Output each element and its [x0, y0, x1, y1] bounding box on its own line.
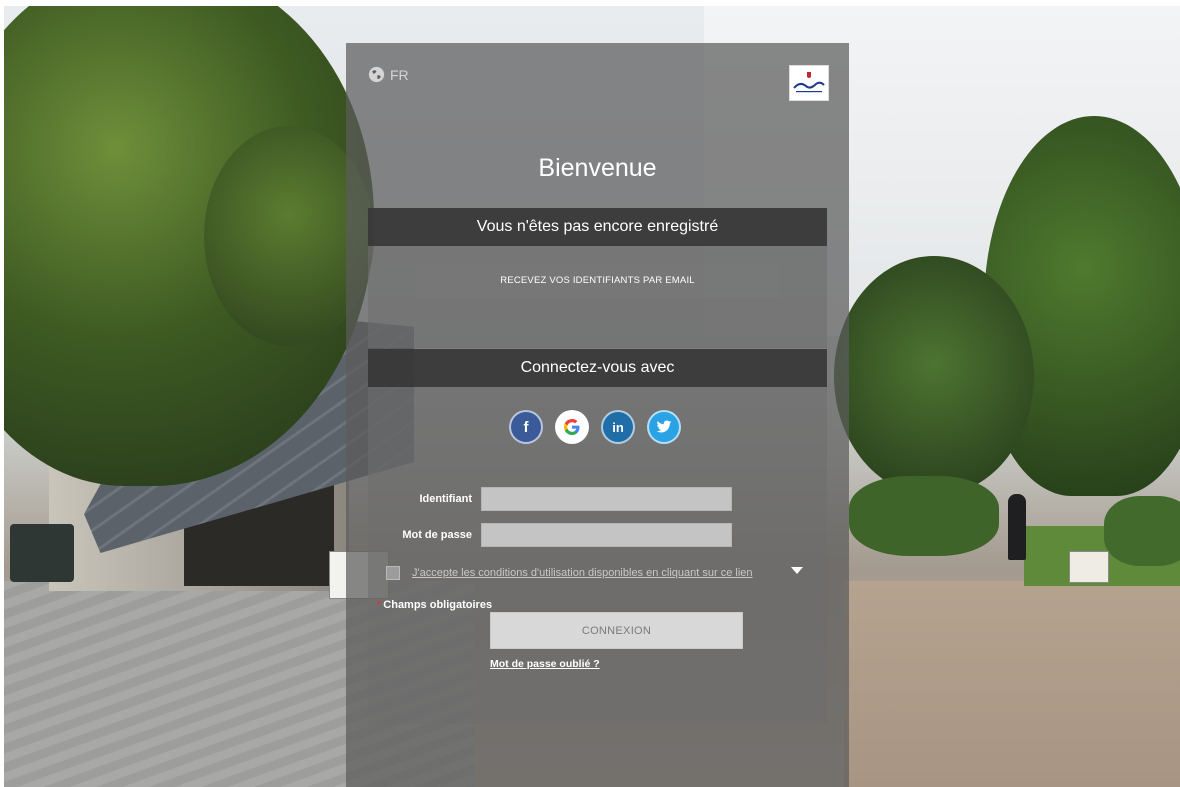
required-star: * [377, 599, 382, 611]
globe-icon [368, 66, 385, 83]
terms-checkbox[interactable] [386, 566, 400, 580]
terms-link[interactable]: J'accepte les conditions d'utilisation d… [412, 567, 753, 579]
login-panel: FR Bienvenue Vous n'êtes pas encore enre… [346, 43, 849, 787]
twitter-icon [656, 420, 672, 433]
connexion-button[interactable]: CONNEXION [490, 612, 743, 649]
get-credentials-by-email-button[interactable]: RECEVEZ VOS IDENTIFIANTS PAR EMAIL [416, 263, 779, 298]
facebook-icon: f [523, 418, 529, 436]
required-fields-note: * Champs obligatoires [377, 599, 492, 611]
twitter-login-button[interactable] [647, 410, 681, 444]
linkedin-login-button[interactable]: in [601, 410, 635, 444]
password-row: Mot de passe [346, 523, 732, 547]
social-login-buttons: f in [509, 410, 681, 444]
login-row: Identifiant [346, 487, 732, 511]
register-heading: Vous n'êtes pas encore enregistré [368, 208, 827, 246]
connect-with-heading: Connectez-vous avec [368, 349, 827, 387]
google-icon [564, 419, 580, 435]
register-heading-text: Vous n'êtes pas encore enregistré [476, 218, 719, 235]
forgot-password-link[interactable]: Mot de passe oublié ? [490, 658, 600, 670]
login-label: Identifiant [419, 493, 472, 505]
chevron-down-icon[interactable] [791, 567, 803, 574]
language-code: FR [390, 66, 409, 83]
password-input[interactable] [481, 523, 732, 547]
linkedin-icon: in [612, 419, 624, 435]
google-login-button[interactable] [555, 410, 589, 444]
connect-with-heading-text: Connectez-vous avec [520, 359, 675, 376]
password-label: Mot de passe [402, 529, 472, 541]
login-input[interactable] [481, 487, 732, 511]
required-fields-text: Champs obligatoires [383, 599, 493, 611]
terms-row: J'accepte les conditions d'utilisation d… [386, 566, 753, 580]
language-selector[interactable]: FR [368, 66, 409, 83]
facebook-login-button[interactable]: f [509, 410, 543, 444]
page-title: Bienvenue [538, 154, 657, 182]
city-logo [789, 65, 829, 101]
